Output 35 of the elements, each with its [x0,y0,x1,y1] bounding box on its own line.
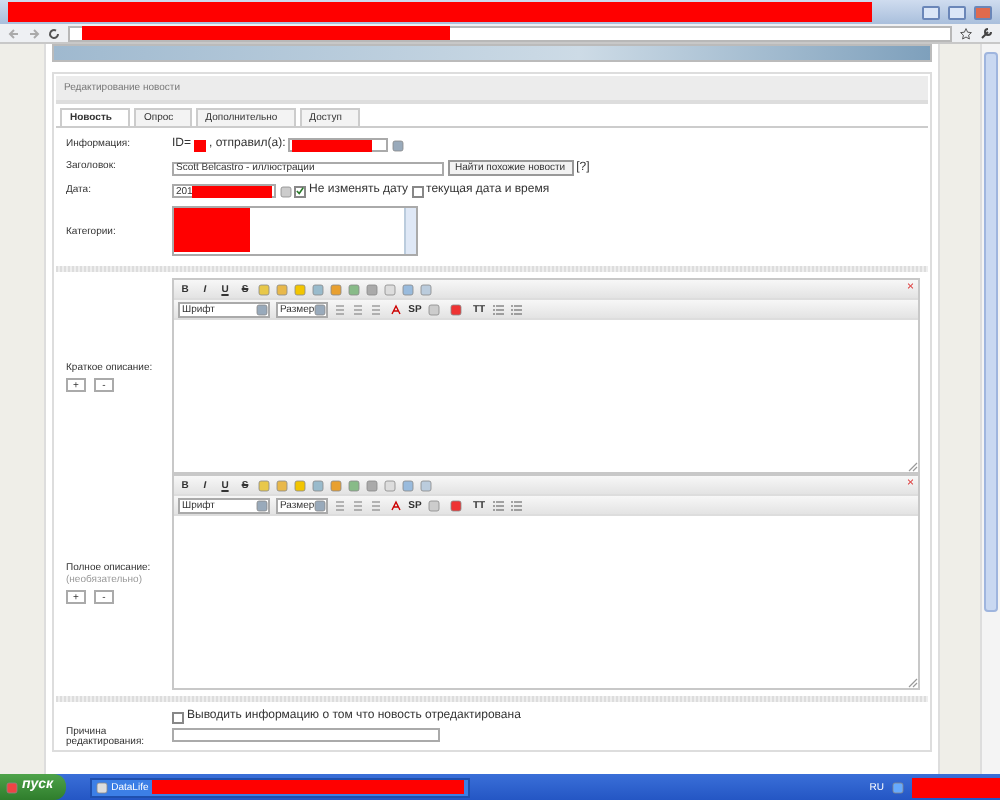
bullet-list-icon[interactable] [492,303,504,316]
font-color-icon[interactable] [388,499,402,513]
sender-field[interactable] [288,138,389,153]
reload-icon[interactable] [48,27,60,39]
align-right-icon[interactable] [370,303,382,316]
redacted-block [174,208,250,253]
redacted-block [192,185,272,198]
resize-grip-icon[interactable] [906,676,918,689]
align-left-icon[interactable] [334,303,346,316]
checkbox[interactable] [294,185,306,198]
list-scrollbar[interactable] [404,208,416,255]
align-center-icon[interactable] [352,303,364,316]
align-center-icon[interactable] [352,499,364,512]
numbered-list-icon[interactable] [510,499,522,512]
checkbox[interactable] [172,711,184,724]
forward-icon[interactable] [28,27,40,39]
numbered-list-icon[interactable] [510,303,522,316]
address-bar[interactable] [68,25,952,41]
redacted-block [912,777,1000,797]
wrench-icon[interactable] [980,27,992,39]
maximize-button[interactable] [948,5,966,19]
align-left-icon[interactable] [334,499,346,512]
minimize-button[interactable] [922,5,940,19]
scrollbar-thumb[interactable] [984,52,998,612]
redacted-block [194,139,207,152]
bullet-list-icon[interactable] [492,499,504,512]
category-list[interactable] [172,206,418,257]
align-right-icon[interactable] [370,499,382,512]
checkbox[interactable] [411,185,424,198]
resize-grip-icon[interactable] [906,460,918,473]
redacted-block [292,139,373,152]
font-color-icon[interactable] [388,303,402,317]
reason-field[interactable] [172,727,440,742]
star-icon[interactable] [960,27,972,39]
back-icon[interactable] [8,27,20,39]
